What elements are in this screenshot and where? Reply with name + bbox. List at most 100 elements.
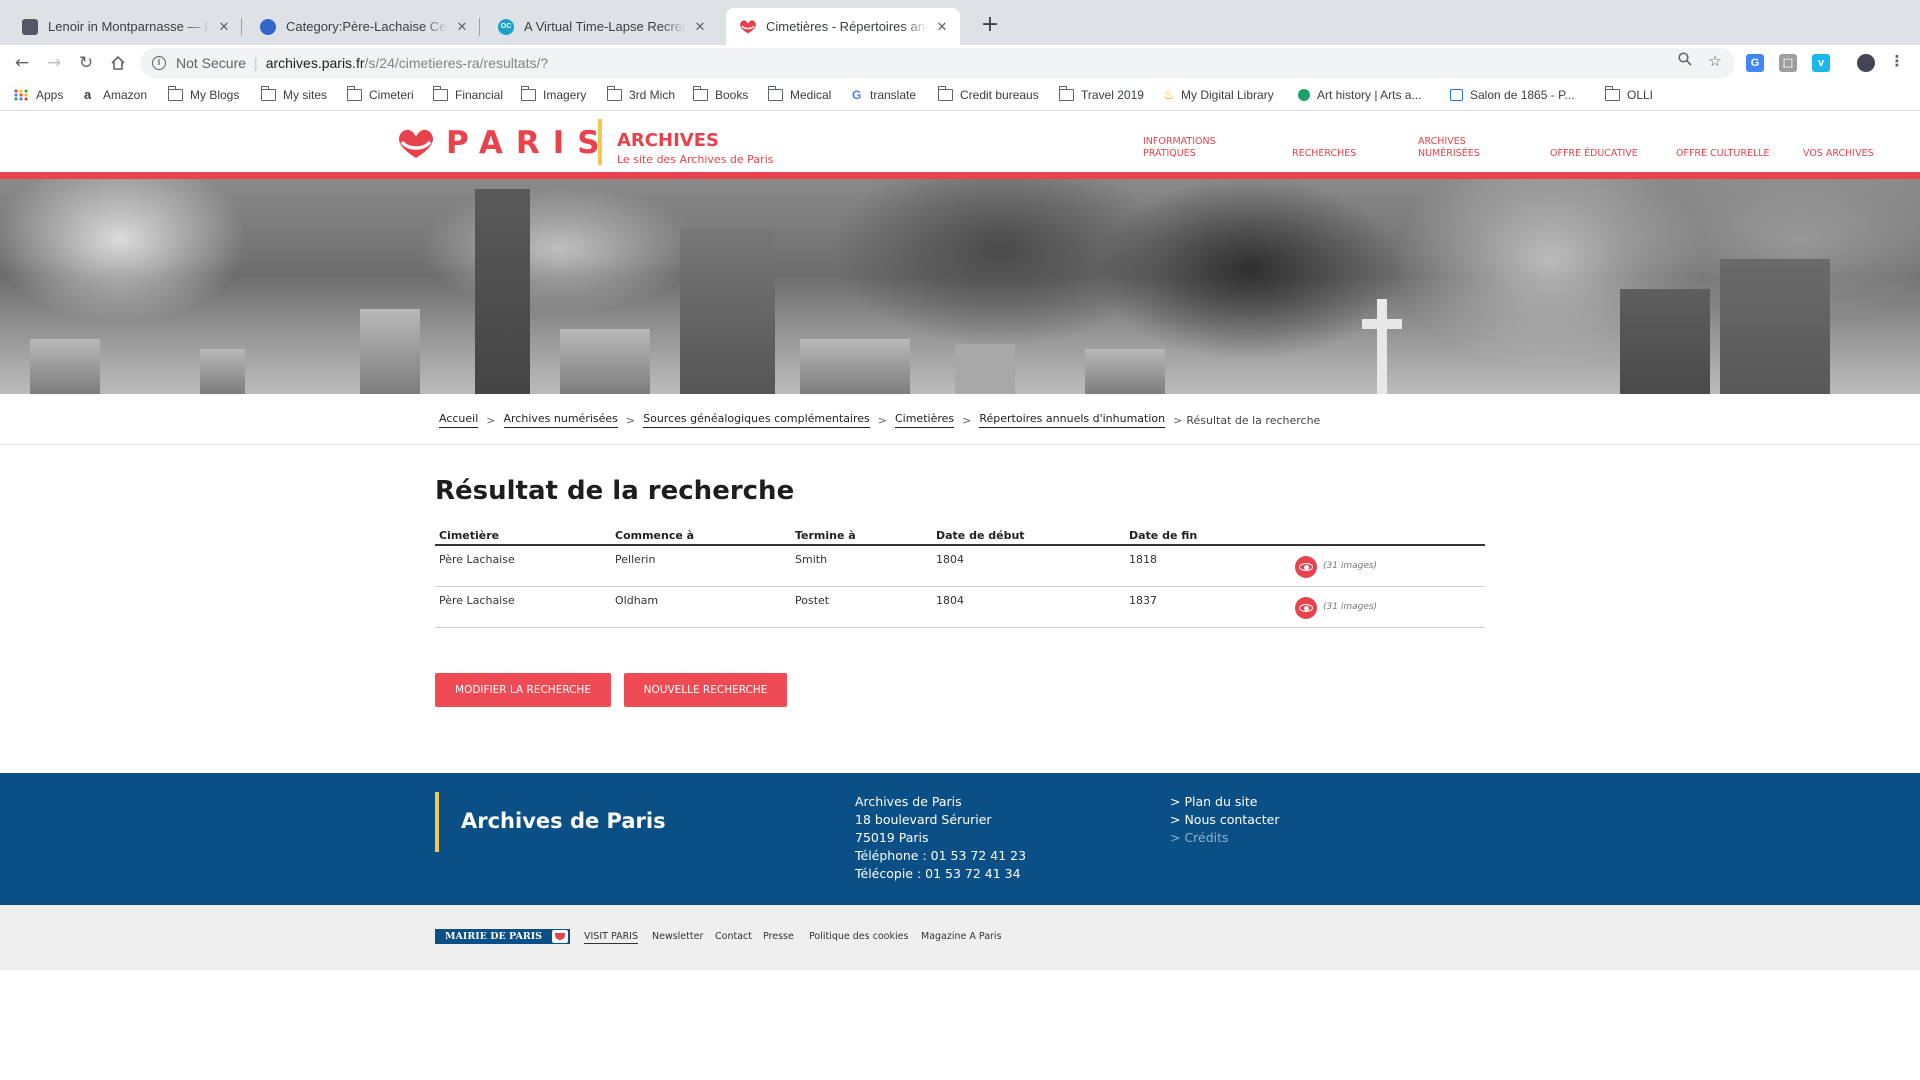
bookmark-label: Medical — [790, 88, 832, 102]
nav-vos-archives[interactable]: VOS ARCHIVES — [1803, 148, 1874, 160]
cell-termine: Postet — [795, 594, 830, 607]
breadcrumb-link[interactable]: Sources généalogiques complémentaires — [643, 412, 870, 428]
url-path: /s/24/cimetieres-ra/resultats/? — [364, 55, 549, 71]
puzzle-extension-icon[interactable]: ⬚ — [1779, 54, 1797, 72]
bookmark-item[interactable]: My Blogs — [167, 86, 240, 102]
home-icon[interactable] — [106, 51, 130, 75]
link-magazine-a-paris[interactable]: Magazine A Paris — [921, 931, 1002, 942]
paris-heart-logo-icon[interactable] — [399, 129, 433, 159]
nav-recherches[interactable]: RECHERCHES — [1292, 148, 1356, 160]
bookmark-item[interactable]: Gtranslate — [852, 88, 916, 102]
bookmark-item[interactable]: Imagery — [520, 86, 587, 102]
archives-title[interactable]: ARCHIVES — [617, 130, 719, 151]
bookmark-item[interactable]: ♨ My Digital Library — [1163, 88, 1274, 102]
info-icon[interactable]: i — [152, 56, 166, 70]
shield-check-icon — [1298, 89, 1310, 101]
bookmark-item[interactable]: Cimeteri — [346, 86, 414, 102]
bookmark-label: OLLI — [1627, 88, 1654, 102]
bookmark-item[interactable]: Credit bureaus — [937, 86, 1039, 102]
bookmark-label: 3rd Mich — [629, 88, 676, 102]
back-arrow-icon[interactable]: ← — [10, 51, 34, 75]
footer-address: Archives de Paris 18 boulevard Sérurier … — [855, 793, 1026, 883]
folder-icon — [692, 86, 708, 101]
bookmark-item[interactable]: Travel 2019 — [1058, 86, 1144, 102]
browser-tab[interactable]: Lenoir in Montparnasse — Paris ✕ — [8, 8, 242, 45]
nav-archives-numerisees[interactable]: ARCHIVES NUMÉRISÉES — [1418, 136, 1498, 160]
link-visit-paris[interactable]: VISIT PARIS — [584, 931, 639, 944]
breadcrumb-separator: > — [877, 413, 887, 427]
close-tab-icon[interactable]: ✕ — [934, 19, 950, 35]
close-tab-icon[interactable]: ✕ — [454, 19, 470, 35]
reload-icon[interactable]: ↻ — [74, 51, 98, 75]
bookmark-star-icon[interactable]: ☆ — [1706, 52, 1724, 70]
bookmark-item[interactable]: Medical — [767, 86, 832, 102]
new-tab-button[interactable]: + — [976, 12, 1004, 40]
cemetery-banner-image — [0, 179, 1920, 394]
image-count: (31 images) — [1323, 602, 1378, 612]
close-tab-icon[interactable]: ✕ — [216, 19, 232, 35]
bookmark-label: Apps — [36, 88, 64, 102]
close-tab-icon[interactable]: ✕ — [692, 19, 708, 35]
bookmark-label: Amazon — [103, 88, 148, 102]
bookmark-item[interactable]: a Amazon — [84, 88, 147, 102]
archives-subtitle: Le site des Archives de Paris — [617, 153, 774, 166]
link-politique-cookies[interactable]: Politique des cookies — [809, 931, 908, 942]
google-translate-icon[interactable]: G — [1746, 54, 1764, 72]
breadcrumb-current: Résultat de la recherche — [1186, 413, 1321, 427]
bookmark-label: My Blogs — [190, 88, 240, 102]
browser-tab-active[interactable]: Cimetières - Répertoires annuels ✕ — [726, 8, 960, 45]
wikimedia-favicon-icon — [260, 18, 276, 35]
bookmark-item[interactable]: My sites — [260, 86, 327, 102]
breadcrumb-separator: > — [486, 413, 496, 427]
paris-flag-icon — [552, 930, 568, 943]
bookmark-item[interactable]: OLLI — [1604, 86, 1654, 102]
breadcrumb-link[interactable]: Archives numérisées — [503, 412, 618, 428]
zoom-icon[interactable] — [1676, 52, 1694, 70]
footer-title: Archives de Paris — [461, 809, 666, 833]
cell-cimetiere: Père Lachaise — [439, 553, 515, 566]
folder-icon — [167, 86, 183, 101]
footer-link-plan-du-site[interactable]: > Plan du site — [1170, 793, 1279, 811]
browser-tab-strip: Lenoir in Montparnasse — Paris ✕ Categor… — [0, 0, 1920, 45]
profile-avatar-icon[interactable] — [1857, 54, 1875, 72]
folder-icon — [432, 86, 448, 101]
view-images-eye-icon[interactable] — [1295, 597, 1317, 619]
nav-offre-culturelle[interactable]: OFFRE CULTURELLE — [1676, 148, 1770, 160]
breadcrumb-link[interactable]: Cimetières — [894, 412, 955, 428]
link-presse[interactable]: Presse — [763, 931, 794, 942]
bookmark-item[interactable]: Financial — [432, 86, 503, 102]
tab-title: Category:Père-Lachaise Cemetery — [286, 19, 448, 34]
address-bar[interactable]: i Not Secure | archives.paris.fr/s/24/ci… — [140, 48, 1735, 78]
bookmark-item[interactable]: Apps — [14, 88, 63, 102]
new-search-button[interactable]: NOUVELLE RECHERCHE — [624, 673, 787, 707]
bookmark-label: Imagery — [543, 88, 587, 102]
cell-date-debut: 1804 — [936, 594, 964, 607]
bookmark-item[interactable]: Salon de 1865 - P... — [1450, 88, 1575, 102]
view-images-eye-icon[interactable] — [1295, 556, 1317, 578]
bookmark-item[interactable]: 3rd Mich — [606, 86, 676, 102]
nav-informations-pratiques[interactable]: INFORMATIONS PRATIQUES — [1143, 136, 1243, 160]
bookmark-item[interactable]: Books — [692, 86, 748, 102]
browser-tab[interactable]: OC A Virtual Time-Lapse Recreation ✕ — [484, 8, 718, 45]
vimeo-icon[interactable]: v — [1812, 54, 1830, 72]
forward-arrow-icon[interactable]: → — [42, 51, 66, 75]
browser-toolbar: ← → ↻ i Not Secure | archives.paris.fr/s… — [0, 45, 1920, 81]
column-header: Date de début — [936, 529, 1025, 542]
footer-link-nous-contacter[interactable]: > Nous contacter — [1170, 811, 1279, 829]
breadcrumb-link[interactable]: Accueil — [439, 412, 479, 428]
paris-favicon-icon — [740, 19, 756, 35]
folder-icon — [1058, 86, 1074, 101]
folder-icon — [767, 86, 783, 101]
mairie-de-paris-logo[interactable]: MAIRIE DE PARIS — [435, 929, 570, 944]
link-contact[interactable]: Contact — [715, 931, 752, 942]
browser-tab[interactable]: Category:Père-Lachaise Cemetery ✕ — [246, 8, 480, 45]
link-newsletter[interactable]: Newsletter — [652, 931, 703, 942]
bookmark-label: Cimeteri — [369, 88, 414, 102]
breadcrumb-link[interactable]: Répertoires annuels d'inhumation — [979, 412, 1166, 428]
paris-logo-text[interactable]: PARIS — [446, 126, 613, 160]
menu-kebab-icon[interactable]: ⋮ — [1888, 52, 1906, 70]
nav-offre-educative[interactable]: OFFRE ÉDUCATIVE — [1550, 148, 1638, 160]
bookmark-item[interactable]: Art history | Arts a... — [1298, 88, 1421, 102]
footer-link-credits[interactable]: > Crédits — [1170, 829, 1279, 847]
modify-search-button[interactable]: MODIFIER LA RECHERCHE — [435, 673, 611, 707]
